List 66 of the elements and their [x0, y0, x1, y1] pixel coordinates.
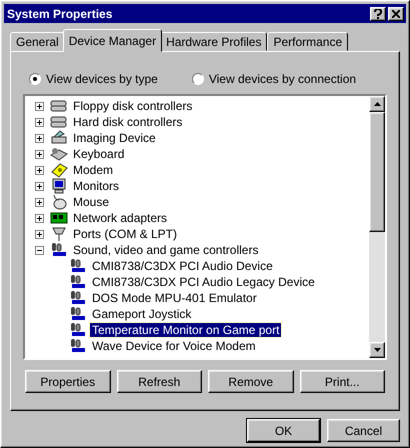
circuit-board-icon	[50, 210, 68, 226]
radio-label[interactable]: View devices by type	[46, 72, 158, 86]
tree-item[interactable]: CMI8738/C3DX PCI Audio Device	[90, 259, 275, 273]
expand-toggle[interactable]	[35, 118, 44, 126]
close-button[interactable]	[388, 6, 404, 20]
joystick-speaker-icon	[69, 322, 87, 338]
scroll-up-button[interactable]	[369, 96, 385, 112]
tree-item[interactable]: Monitors	[71, 179, 122, 193]
expand-toggle[interactable]	[35, 246, 44, 254]
monitor-icon	[50, 178, 68, 194]
expand-toggle[interactable]	[35, 102, 44, 110]
tab[interactable]: Performance	[267, 32, 348, 51]
joystick-speaker-icon	[69, 338, 87, 354]
scroll-thumb[interactable]	[369, 112, 385, 232]
question-mark-icon	[374, 8, 382, 18]
connector-icon	[50, 226, 68, 242]
action-button[interactable]: Refresh	[116, 370, 202, 393]
radio-button[interactable]	[29, 73, 41, 85]
joystick-speaker-icon	[69, 290, 87, 306]
action-button[interactable]: Print...	[300, 370, 385, 393]
expand-toggle[interactable]	[35, 150, 44, 158]
phone-icon	[50, 162, 68, 178]
joystick-speaker-icon	[69, 258, 87, 274]
tree-item[interactable]: DOS Mode MPU-401 Emulator	[90, 291, 259, 305]
tree-item[interactable]: Ports (COM & LPT)	[71, 227, 180, 241]
tree-item[interactable]: CMI8738/C3DX PCI Audio Legacy Device	[90, 275, 317, 289]
close-icon	[392, 10, 400, 18]
radio-label[interactable]: View devices by connection	[208, 72, 356, 86]
expand-toggle[interactable]	[35, 182, 44, 190]
window-title: System Properties	[7, 6, 112, 20]
tree-item[interactable]: Gameport Joystick	[90, 307, 194, 321]
scrollbar[interactable]	[369, 96, 385, 358]
dialog-button[interactable]: OK	[247, 419, 320, 442]
keyboard-icon	[50, 146, 68, 162]
tree-item[interactable]: Mouse	[71, 195, 112, 209]
tree-item[interactable]: Floppy disk controllers	[71, 99, 194, 113]
expand-toggle[interactable]	[35, 198, 44, 206]
tree-item[interactable]: Keyboard	[71, 147, 126, 161]
tree-item[interactable]: Imaging Device	[71, 131, 158, 145]
tree-item[interactable]: Modem	[71, 163, 116, 177]
drive-icon	[50, 114, 68, 130]
scroll-down-button[interactable]	[369, 342, 385, 358]
tree-item[interactable]: Temperature Monitor on Game port	[90, 323, 282, 337]
up-arrow-icon	[374, 102, 380, 106]
tree-item[interactable]: Network adapters	[71, 211, 170, 225]
expand-toggle[interactable]	[35, 230, 44, 238]
tree-item[interactable]: Sound, video and game controllers	[71, 243, 260, 257]
action-button[interactable]: Properties	[25, 370, 110, 393]
help-button[interactable]	[370, 6, 386, 20]
joystick-speaker-icon	[69, 306, 87, 322]
down-arrow-icon	[374, 348, 380, 352]
tab[interactable]: General	[10, 32, 65, 51]
dialog-button[interactable]: Cancel	[327, 419, 400, 442]
drive-icon	[50, 98, 68, 114]
joystick-speaker-icon	[69, 274, 87, 290]
expand-toggle[interactable]	[35, 134, 44, 142]
tab[interactable]: Device Manager	[62, 29, 162, 52]
expand-toggle[interactable]	[35, 166, 44, 174]
tab[interactable]: Hardware Profiles	[160, 32, 268, 51]
expand-toggle[interactable]	[35, 214, 44, 222]
tree-item[interactable]: Hard disk controllers	[71, 115, 184, 129]
tree-item[interactable]: Wave Device for Voice Modem	[90, 339, 258, 353]
scanner-icon	[50, 130, 68, 146]
action-button[interactable]: Remove	[208, 370, 294, 393]
joystick-speaker-icon	[50, 242, 68, 258]
radio-button[interactable]	[192, 73, 204, 85]
